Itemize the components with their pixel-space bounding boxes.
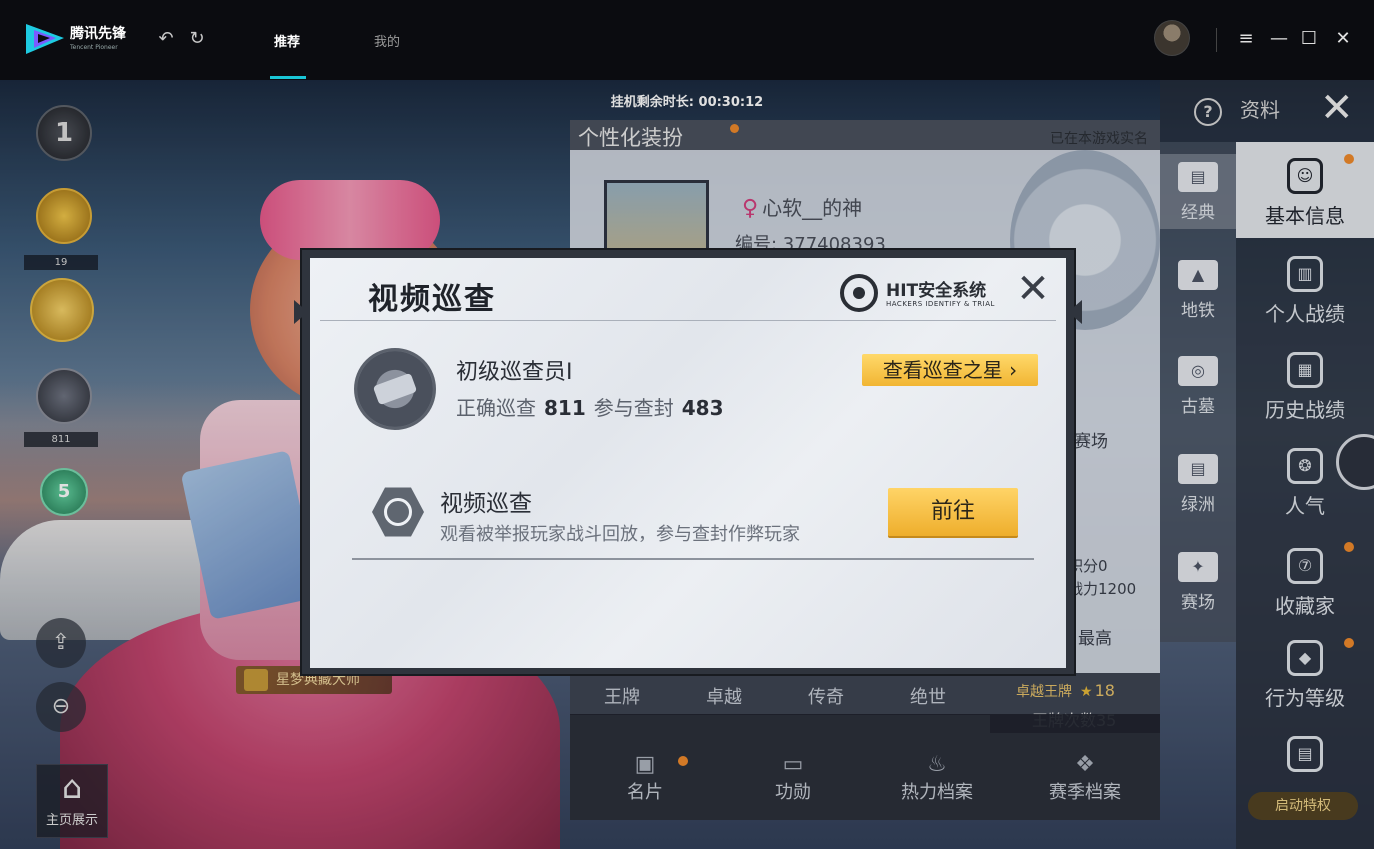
entry-divider [352,558,1034,560]
view-patrol-stars-button[interactable]: 查看巡查之星 › [862,354,1038,386]
tab-recommend[interactable]: 推荐 [274,31,300,50]
maximize-icon[interactable]: ☐ [1298,26,1320,52]
minimize-icon[interactable]: — [1268,26,1290,52]
badge-core [372,372,418,406]
correct-patrol-label: 正确巡查 [456,396,536,420]
dialog-body: 视频巡查 HIT安全系统 HACKERS IDENTIFY & TRIAL ✕ … [310,258,1066,668]
correct-patrol-value: 811 [544,396,586,420]
video-patrol-dialog: 视频巡查 HIT安全系统 HACKERS IDENTIFY & TRIAL ✕ … [294,248,1082,676]
titlebar-divider [1216,28,1217,52]
dialog-title: 视频巡查 [368,282,496,317]
hit-logo-icon [840,274,878,312]
ban-participation-label: 参与查封 [593,396,674,420]
logo-subtitle: Tencent Pioneer [70,44,118,51]
ban-participation-value: 483 [681,396,724,420]
user-avatar[interactable] [1154,20,1190,56]
entry-title: 视频巡查 [440,491,532,517]
menu-icon[interactable]: ≡ [1235,26,1257,52]
entry-description: 观看被举报玩家战斗回放，参与查封作弊玩家 [440,524,800,545]
close-icon[interactable]: ✕ [1010,266,1056,312]
title-divider [320,320,1056,321]
patrol-stats: 正确巡查 811 参与查封 483 [456,392,732,421]
crosshair-icon [372,487,424,537]
hit-brand-name: HIT安全系统 [886,281,987,301]
refresh-icon[interactable]: ↻ [186,28,208,50]
active-tab-indicator [270,76,306,79]
patrol-rank-badge-icon [354,348,436,430]
tab-mine[interactable]: 我的 [374,31,400,50]
logo-title: 腾讯先锋 [70,26,126,42]
patrol-rank: 初级巡查员I [456,360,573,385]
tencent-pioneer-logo [26,24,64,54]
title-bar: 腾讯先锋 Tencent Pioneer ↶ ↻ 推荐 我的 ≡ — ☐ ✕ [0,0,1374,80]
frame-notch-right [1068,300,1082,324]
video-patrol-entry: 视频巡查 观看被举报玩家战斗回放，参与查封作弊玩家 前往 [354,468,1044,552]
undo-icon[interactable]: ↶ [155,28,177,50]
hit-brand-subtitle: HACKERS IDENTIFY & TRIAL [886,300,995,308]
frame-notch-left [294,300,308,324]
close-window-icon[interactable]: ✕ [1332,26,1354,52]
go-button[interactable]: 前往 [888,488,1018,536]
crosshair-ring [384,498,412,526]
